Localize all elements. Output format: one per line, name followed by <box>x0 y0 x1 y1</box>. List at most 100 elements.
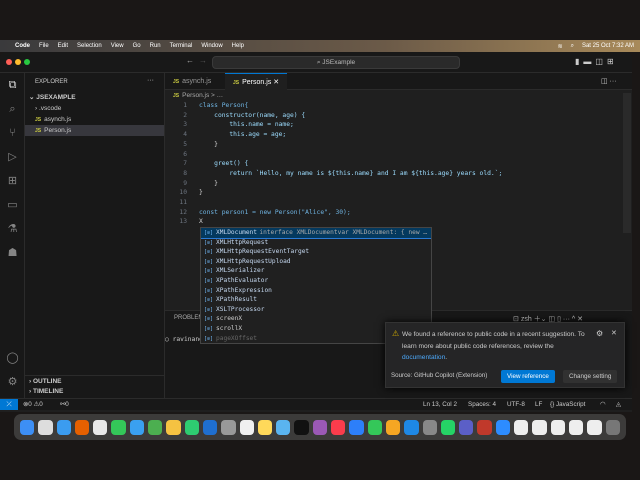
dock-app-icon[interactable] <box>440 419 456 435</box>
tree-item-asynch[interactable]: JS asynch.js <box>25 114 164 125</box>
project-folder[interactable]: ⌄ JSEXAMPLE <box>25 92 164 103</box>
code-line[interactable]: 7 greet() { <box>165 159 248 169</box>
tab-person[interactable]: JS Person.js ✕ <box>225 73 288 90</box>
search-icon[interactable]: ⌕ <box>5 102 20 117</box>
suggestion-item[interactable]: [⊘] XMLHttpRequest <box>201 238 431 248</box>
forward-arrow-icon[interactable]: → <box>199 56 207 65</box>
zoom-window-button[interactable] <box>24 59 30 65</box>
dock-app-icon[interactable] <box>587 419 602 435</box>
menu-run[interactable]: Run <box>150 43 161 49</box>
split-editor-icon[interactable]: ◫ ··· <box>601 77 617 85</box>
editor-scrollbar[interactable] <box>623 93 631 233</box>
dock-app-icon[interactable] <box>459 419 474 435</box>
dock-app-icon[interactable] <box>312 419 328 435</box>
dock-app-icon[interactable] <box>294 419 309 435</box>
explorer-icon[interactable]: ⧉ <box>5 78 20 93</box>
code-line[interactable]: 8 return `Hello, my name is ${this.name}… <box>165 169 502 179</box>
dock-app-icon[interactable] <box>93 419 108 435</box>
command-center-search[interactable]: ⌕ JSExample <box>212 56 460 69</box>
documentation-link[interactable]: documentation <box>402 354 445 361</box>
run-debug-icon[interactable]: ▷ <box>5 150 20 165</box>
close-icon[interactable]: ✕ <box>611 329 617 337</box>
code-line[interactable]: 1 class Person{ <box>165 101 248 111</box>
back-arrow-icon[interactable]: ← <box>186 56 194 65</box>
code-line[interactable]: 12 const person1 = new Person("Alice", 30… <box>165 208 350 218</box>
dock-app-icon[interactable] <box>276 419 291 435</box>
menu-edit[interactable]: Edit <box>58 43 68 49</box>
testing-icon[interactable]: ⚗ <box>5 222 20 237</box>
suggestion-item[interactable]: [⊘] XPathResult <box>201 295 431 305</box>
dock-app-icon[interactable] <box>349 419 364 435</box>
problems-counter[interactable]: ⊗0 ⚠0 <box>23 399 43 410</box>
dock-app-icon[interactable] <box>367 419 382 435</box>
suggestion-item[interactable]: [⊘] XMLDocument interface XMLDocumentvar X… <box>201 228 431 239</box>
ports-counter[interactable]: ⚯0 <box>60 399 69 410</box>
language-mode[interactable]: {} JavaScript <box>550 399 585 410</box>
suggestion-item[interactable]: [⊘] XPathEvaluator <box>201 276 431 286</box>
code-line[interactable]: 11 <box>165 198 187 208</box>
dock-app-icon[interactable] <box>495 419 511 435</box>
suggestion-item[interactable]: [⊘] XMLHttpRequestEventTarget <box>201 247 431 257</box>
dock-app-icon[interactable] <box>184 419 199 435</box>
timeline-section[interactable]: › TIMELINE <box>25 386 164 397</box>
dock-app-icon[interactable] <box>532 419 547 435</box>
dock-app-icon[interactable] <box>568 419 584 435</box>
dock-app-icon[interactable] <box>74 419 90 435</box>
suggestion-item[interactable]: [⊘] XMLSerializer <box>201 266 431 276</box>
menu-help[interactable]: Help <box>232 43 244 49</box>
wifi-icon[interactable]: ≋ <box>558 43 563 50</box>
menu-app[interactable]: Code <box>15 43 30 49</box>
suggestion-item[interactable]: [⊘] XSLTProcessor <box>201 305 431 315</box>
notifications-bell-icon[interactable]: ◬ <box>616 399 621 410</box>
cursor-position[interactable]: Ln 13, Col 2 <box>423 399 457 410</box>
dock-app-icon[interactable] <box>477 419 492 435</box>
menu-window[interactable]: Window <box>201 43 222 49</box>
dock-app-icon[interactable] <box>38 419 53 435</box>
eol[interactable]: LF <box>535 399 542 410</box>
dock-app-icon[interactable] <box>111 419 126 435</box>
code-line[interactable]: 9 } <box>165 179 218 189</box>
dock-app-icon[interactable] <box>385 419 401 435</box>
copilot-status-icon[interactable]: ◠ <box>600 399 606 410</box>
code-line[interactable]: 3 this.name = name; <box>165 120 294 130</box>
code-line[interactable]: 5 } <box>165 140 218 150</box>
tree-item-vscode[interactable]: › .vscode <box>25 103 164 114</box>
code-line[interactable]: 2 constructor(name, age) { <box>165 111 305 121</box>
close-window-button[interactable] <box>6 59 12 65</box>
tree-item-person[interactable]: JS Person.js <box>25 125 164 136</box>
layout-toggles[interactable]: ▮▬◫⊞ <box>575 57 618 66</box>
settings-gear-icon[interactable]: ⚙ <box>5 375 20 390</box>
account-icon[interactable]: ◯ <box>5 351 20 366</box>
remote-explorer-icon[interactable]: ▭ <box>5 198 20 213</box>
menu-view[interactable]: View <box>111 43 124 49</box>
menu-terminal[interactable]: Terminal <box>170 43 193 49</box>
dock-app-icon[interactable] <box>56 419 71 435</box>
suggestion-item[interactable]: [⊘] XMLHttpRequestUpload <box>201 257 431 267</box>
encoding[interactable]: UTF-8 <box>507 399 525 410</box>
dock-app-icon[interactable] <box>129 419 145 435</box>
change-setting-button[interactable]: Change setting <box>563 370 618 383</box>
breadcrumb[interactable]: JS Person.js > … <box>173 92 223 99</box>
dock-app-icon[interactable] <box>404 419 419 435</box>
more-actions-icon[interactable]: ··· <box>147 77 154 84</box>
dock-app-icon[interactable] <box>221 419 236 435</box>
code-line[interactable]: 10} <box>165 188 202 198</box>
suggestion-item[interactable]: [⊘] XPathExpression <box>201 286 431 296</box>
code-line[interactable]: 6 <box>165 150 187 160</box>
dock-app-icon[interactable] <box>202 419 218 435</box>
copilot-icon[interactable]: ☗ <box>5 246 20 261</box>
dock-app-icon[interactable] <box>148 419 163 435</box>
clock[interactable]: Sat 25 Oct 7:32 AM <box>582 43 634 50</box>
close-tab-icon[interactable]: ✕ <box>273 79 279 86</box>
dock-app-icon[interactable] <box>514 419 529 435</box>
menu-file[interactable]: File <box>39 43 49 49</box>
menu-go[interactable]: Go <box>133 43 141 49</box>
dock-app-icon[interactable] <box>605 419 620 435</box>
menu-selection[interactable]: Selection <box>77 43 102 49</box>
indentation[interactable]: Spaces: 4 <box>468 399 496 410</box>
source-control-icon[interactable]: ⑂ <box>5 126 20 141</box>
dock-app-icon[interactable] <box>20 419 35 435</box>
code-line[interactable]: 13 X <box>165 217 202 227</box>
dock-app-icon[interactable] <box>331 419 346 435</box>
tab-asynch[interactable]: JS asynch.js <box>165 73 219 90</box>
